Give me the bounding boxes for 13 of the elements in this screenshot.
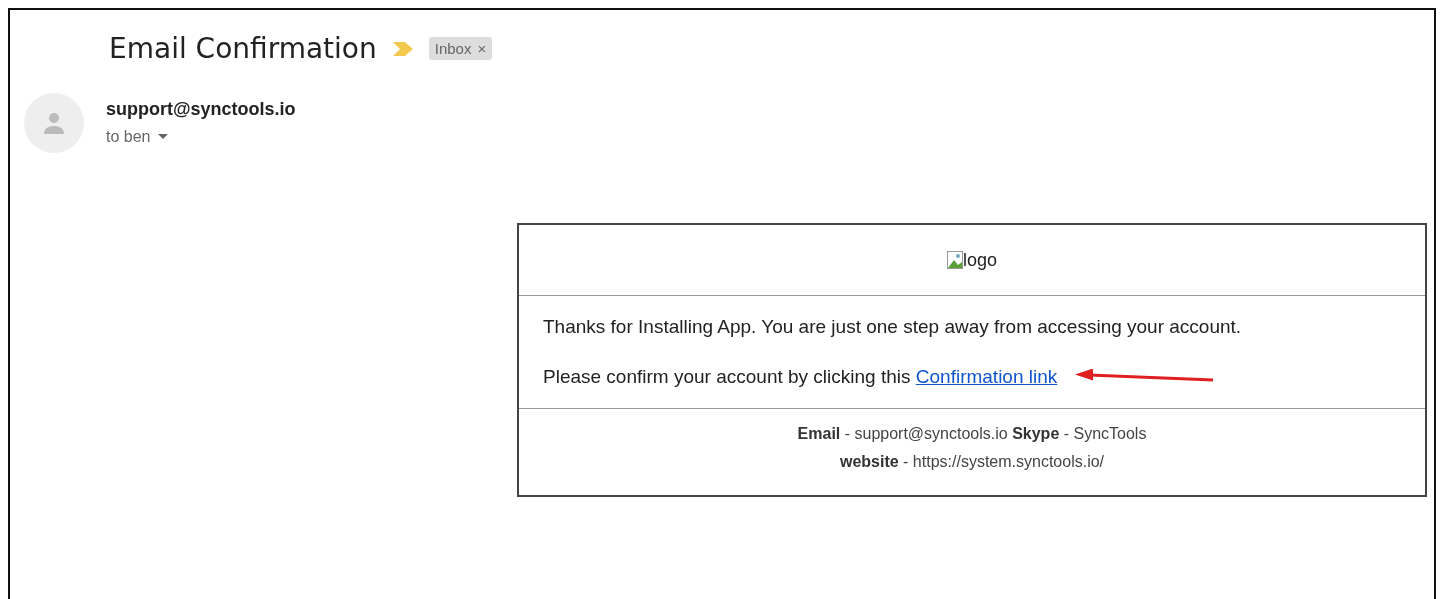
footer-contact-line: Email - support@synctools.io Skype - SyncTools [797, 425, 1147, 443]
message-paragraph: Thanks for Installing App. You are just one step away from accessing your account. [543, 316, 1242, 338]
broken-image-icon [947, 251, 963, 269]
inbox-label: Inbox × [428, 37, 493, 60]
footer-contact-line: website - https://system.synctools.io/ [839, 453, 1105, 471]
dropdown-caret-icon[interactable] [158, 134, 169, 140]
remove-label-button[interactable]: × [477, 40, 487, 57]
recipient-text: to ben [106, 128, 151, 146]
confirmation-link[interactable]: Confirmation link [915, 366, 1058, 387]
message-paragraph: Please confirm your account by clicking this Confirmation link [543, 366, 1058, 388]
logo-alt-text: logo [963, 249, 997, 271]
sender-address: support@synctools.io [106, 99, 296, 120]
email-subject: Email Confirmation [109, 32, 377, 65]
